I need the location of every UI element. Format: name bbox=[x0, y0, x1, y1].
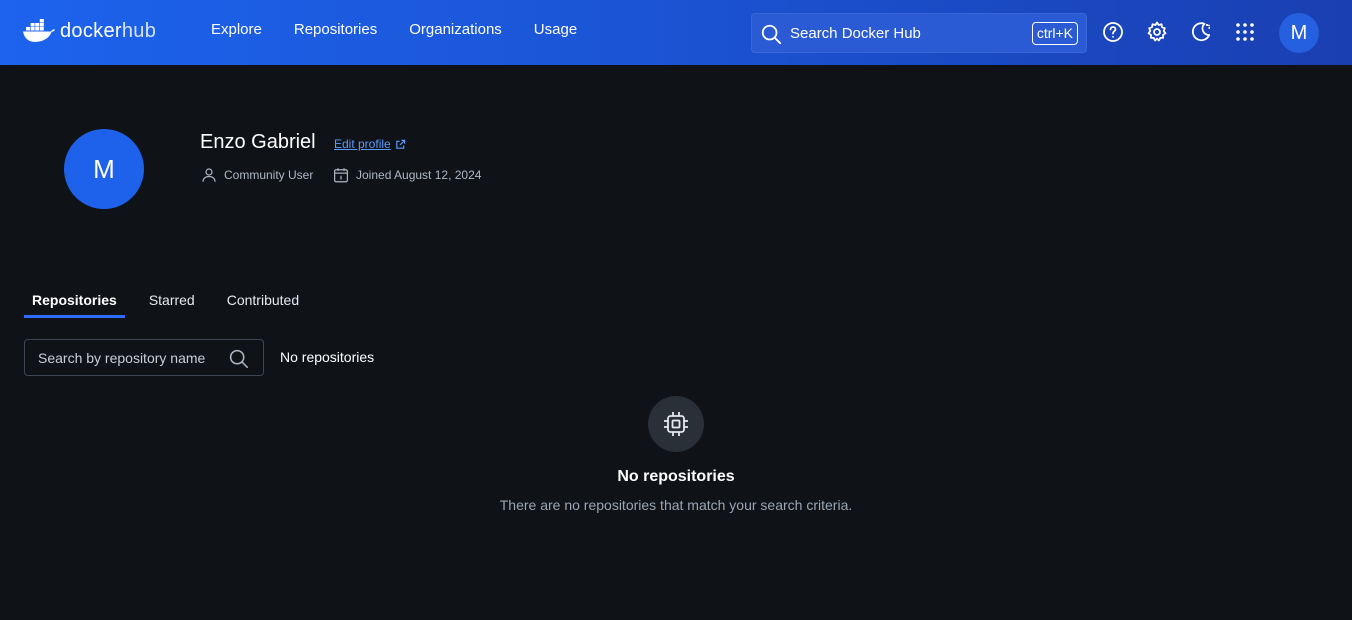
nav-usage[interactable]: Usage bbox=[534, 21, 577, 38]
profile-joined: Joined August 12, 2024 bbox=[332, 166, 481, 184]
search-icon bbox=[761, 24, 782, 45]
empty-state-description: There are no repositories that match you… bbox=[499, 497, 853, 513]
docker-hub-logo[interactable]: dockerhub bbox=[22, 16, 156, 46]
main-nav: Explore Repositories Organizations Usage bbox=[211, 21, 609, 38]
empty-state-icon-container bbox=[648, 396, 704, 452]
repository-count: No repositories bbox=[280, 349, 375, 365]
edit-profile-label: Edit profile bbox=[334, 137, 391, 151]
global-search-placeholder: Search Docker Hub bbox=[790, 25, 921, 42]
logo-brand: docker bbox=[60, 19, 122, 42]
user-icon bbox=[202, 168, 216, 182]
external-link-icon bbox=[395, 139, 405, 149]
profile-joined-text: Joined August 12, 2024 bbox=[356, 168, 482, 182]
tab-contributed[interactable]: Contributed bbox=[219, 292, 307, 317]
nav-repositories[interactable]: Repositories bbox=[294, 21, 377, 38]
apps-grid-icon[interactable] bbox=[1233, 20, 1257, 44]
tab-starred[interactable]: Starred bbox=[141, 292, 203, 317]
profile-role: Community User bbox=[200, 166, 313, 184]
global-search-box[interactable]: Search Docker Hub ctrl+K bbox=[751, 13, 1087, 53]
tab-repositories[interactable]: Repositories bbox=[24, 292, 125, 318]
gear-icon[interactable] bbox=[1145, 20, 1169, 44]
help-icon[interactable] bbox=[1101, 20, 1125, 44]
calendar-icon bbox=[334, 168, 348, 183]
logo-wordmark: dockerhub bbox=[60, 20, 156, 43]
profile-tabs: Repositories Starred Contributed bbox=[24, 292, 323, 318]
chip-icon bbox=[664, 412, 688, 436]
top-navigation-bar: dockerhub Explore Repositories Organizat… bbox=[0, 0, 1352, 65]
profile-name: Enzo Gabriel bbox=[200, 131, 316, 153]
edit-profile-link[interactable]: Edit profile bbox=[334, 137, 406, 151]
search-shortcut-badge: ctrl+K bbox=[1031, 22, 1078, 45]
theme-toggle-icon[interactable] bbox=[1189, 20, 1213, 44]
repository-search-box bbox=[24, 339, 264, 376]
nav-explore[interactable]: Explore bbox=[211, 21, 262, 38]
empty-state-title: No repositories bbox=[617, 468, 735, 485]
docker-whale-icon bbox=[23, 19, 55, 42]
profile-role-text: Community User bbox=[224, 168, 314, 182]
repository-search-input[interactable] bbox=[38, 350, 228, 366]
profile-avatar: M bbox=[64, 129, 144, 209]
search-icon[interactable] bbox=[228, 348, 249, 369]
logo-suffix: hub bbox=[121, 19, 157, 42]
nav-organizations[interactable]: Organizations bbox=[409, 21, 502, 38]
user-avatar-button[interactable]: M bbox=[1279, 13, 1319, 53]
